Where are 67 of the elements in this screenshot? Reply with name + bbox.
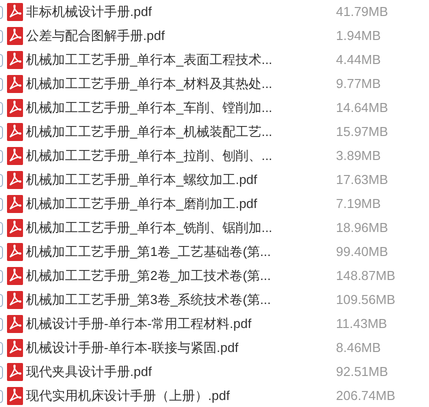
file-name: 机械加工工艺手册_单行本_材料及其热处...: [26, 75, 274, 94]
pdf-icon: [7, 171, 23, 189]
pdf-icon: [7, 267, 23, 285]
checkbox[interactable]: [0, 6, 3, 18]
file-size: 4.44MB: [336, 51, 381, 70]
file-size: 99.40MB: [336, 243, 388, 262]
file-size: 41.79MB: [336, 3, 388, 22]
pdf-icon: [7, 147, 23, 165]
file-size: 15.97MB: [336, 123, 388, 142]
checkbox[interactable]: [0, 246, 3, 258]
file-size: 7.19MB: [336, 195, 381, 214]
file-name: 非标机械设计手册.pdf: [26, 3, 153, 22]
file-name: 机械加工工艺手册_单行本_拉削、刨削、...: [26, 147, 274, 166]
pdf-icon: [7, 363, 23, 381]
file-size: 92.51MB: [336, 363, 388, 382]
checkbox[interactable]: [0, 318, 3, 330]
file-name: 机械加工工艺手册_单行本_磨削加工.pdf: [26, 195, 258, 214]
file-name: 机械加工工艺手册_单行本_机械装配工艺...: [26, 123, 274, 142]
pdf-icon: [7, 219, 23, 237]
file-size: 9.77MB: [336, 75, 381, 94]
pdf-icon: [7, 51, 23, 69]
file-name: 机械设计手册-单行本-常用工程材料.pdf: [26, 315, 252, 334]
checkbox[interactable]: [0, 30, 3, 42]
file-name: 公差与配合图解手册.pdf: [26, 27, 166, 46]
pdf-icon: [7, 291, 23, 309]
checkbox[interactable]: [0, 54, 3, 66]
checkbox[interactable]: [0, 198, 3, 210]
checkbox[interactable]: [0, 390, 3, 402]
checkbox[interactable]: [0, 342, 3, 354]
pdf-icon: [7, 315, 23, 333]
file-size: 109.56MB: [336, 291, 396, 310]
pdf-icon: [7, 75, 23, 93]
file-name: 机械加工工艺手册_第1卷_工艺基础卷(第...: [26, 243, 272, 262]
file-size: 17.63MB: [336, 171, 388, 190]
file-size: 14.64MB: [336, 99, 388, 118]
pdf-icon: [7, 123, 23, 141]
pdf-icon: [7, 27, 23, 45]
checkbox[interactable]: [0, 294, 3, 306]
file-size: 18.96MB: [336, 219, 388, 238]
file-size: 8.46MB: [336, 339, 381, 358]
checkbox[interactable]: [0, 150, 3, 162]
file-name: 现代夹具设计手册.pdf: [26, 363, 153, 382]
checkbox[interactable]: [0, 126, 3, 138]
file-name: 机械加工工艺手册_第3卷_系统技术卷(第...: [26, 291, 272, 310]
file-name: 机械加工工艺手册_单行本_车削、镗削加...: [26, 99, 274, 118]
file-name: 机械加工工艺手册_单行本_表面工程技术...: [26, 51, 274, 70]
file-size: 148.87MB: [336, 267, 396, 286]
pdf-icon: [7, 99, 23, 117]
file-name: 现代实用机床设计手册（上册）.pdf: [26, 387, 231, 406]
file-size: 1.94MB: [336, 27, 381, 46]
file-name: 机械加工工艺手册_单行本_螺纹加工.pdf: [26, 171, 258, 190]
pdf-icon: [7, 339, 23, 357]
checkbox[interactable]: [0, 270, 3, 282]
pdf-icon: [7, 195, 23, 213]
file-name: 机械加工工艺手册_单行本_铣削、锯削加...: [26, 219, 274, 238]
pdf-icon: [7, 3, 23, 21]
checkbox[interactable]: [0, 102, 3, 114]
checkbox[interactable]: [0, 78, 3, 90]
file-name: 机械设计手册-单行本-联接与紧固.pdf: [26, 339, 240, 358]
file-size: 11.43MB: [336, 315, 388, 334]
pdf-icon: [7, 243, 23, 261]
checkbox[interactable]: [0, 222, 3, 234]
file-size: 3.89MB: [336, 147, 381, 166]
checkbox[interactable]: [0, 366, 3, 378]
file-name: 机械加工工艺手册_第2卷_加工技术卷(第...: [26, 267, 272, 286]
file-size: 206.74MB: [336, 387, 396, 406]
checkbox[interactable]: [0, 174, 3, 186]
